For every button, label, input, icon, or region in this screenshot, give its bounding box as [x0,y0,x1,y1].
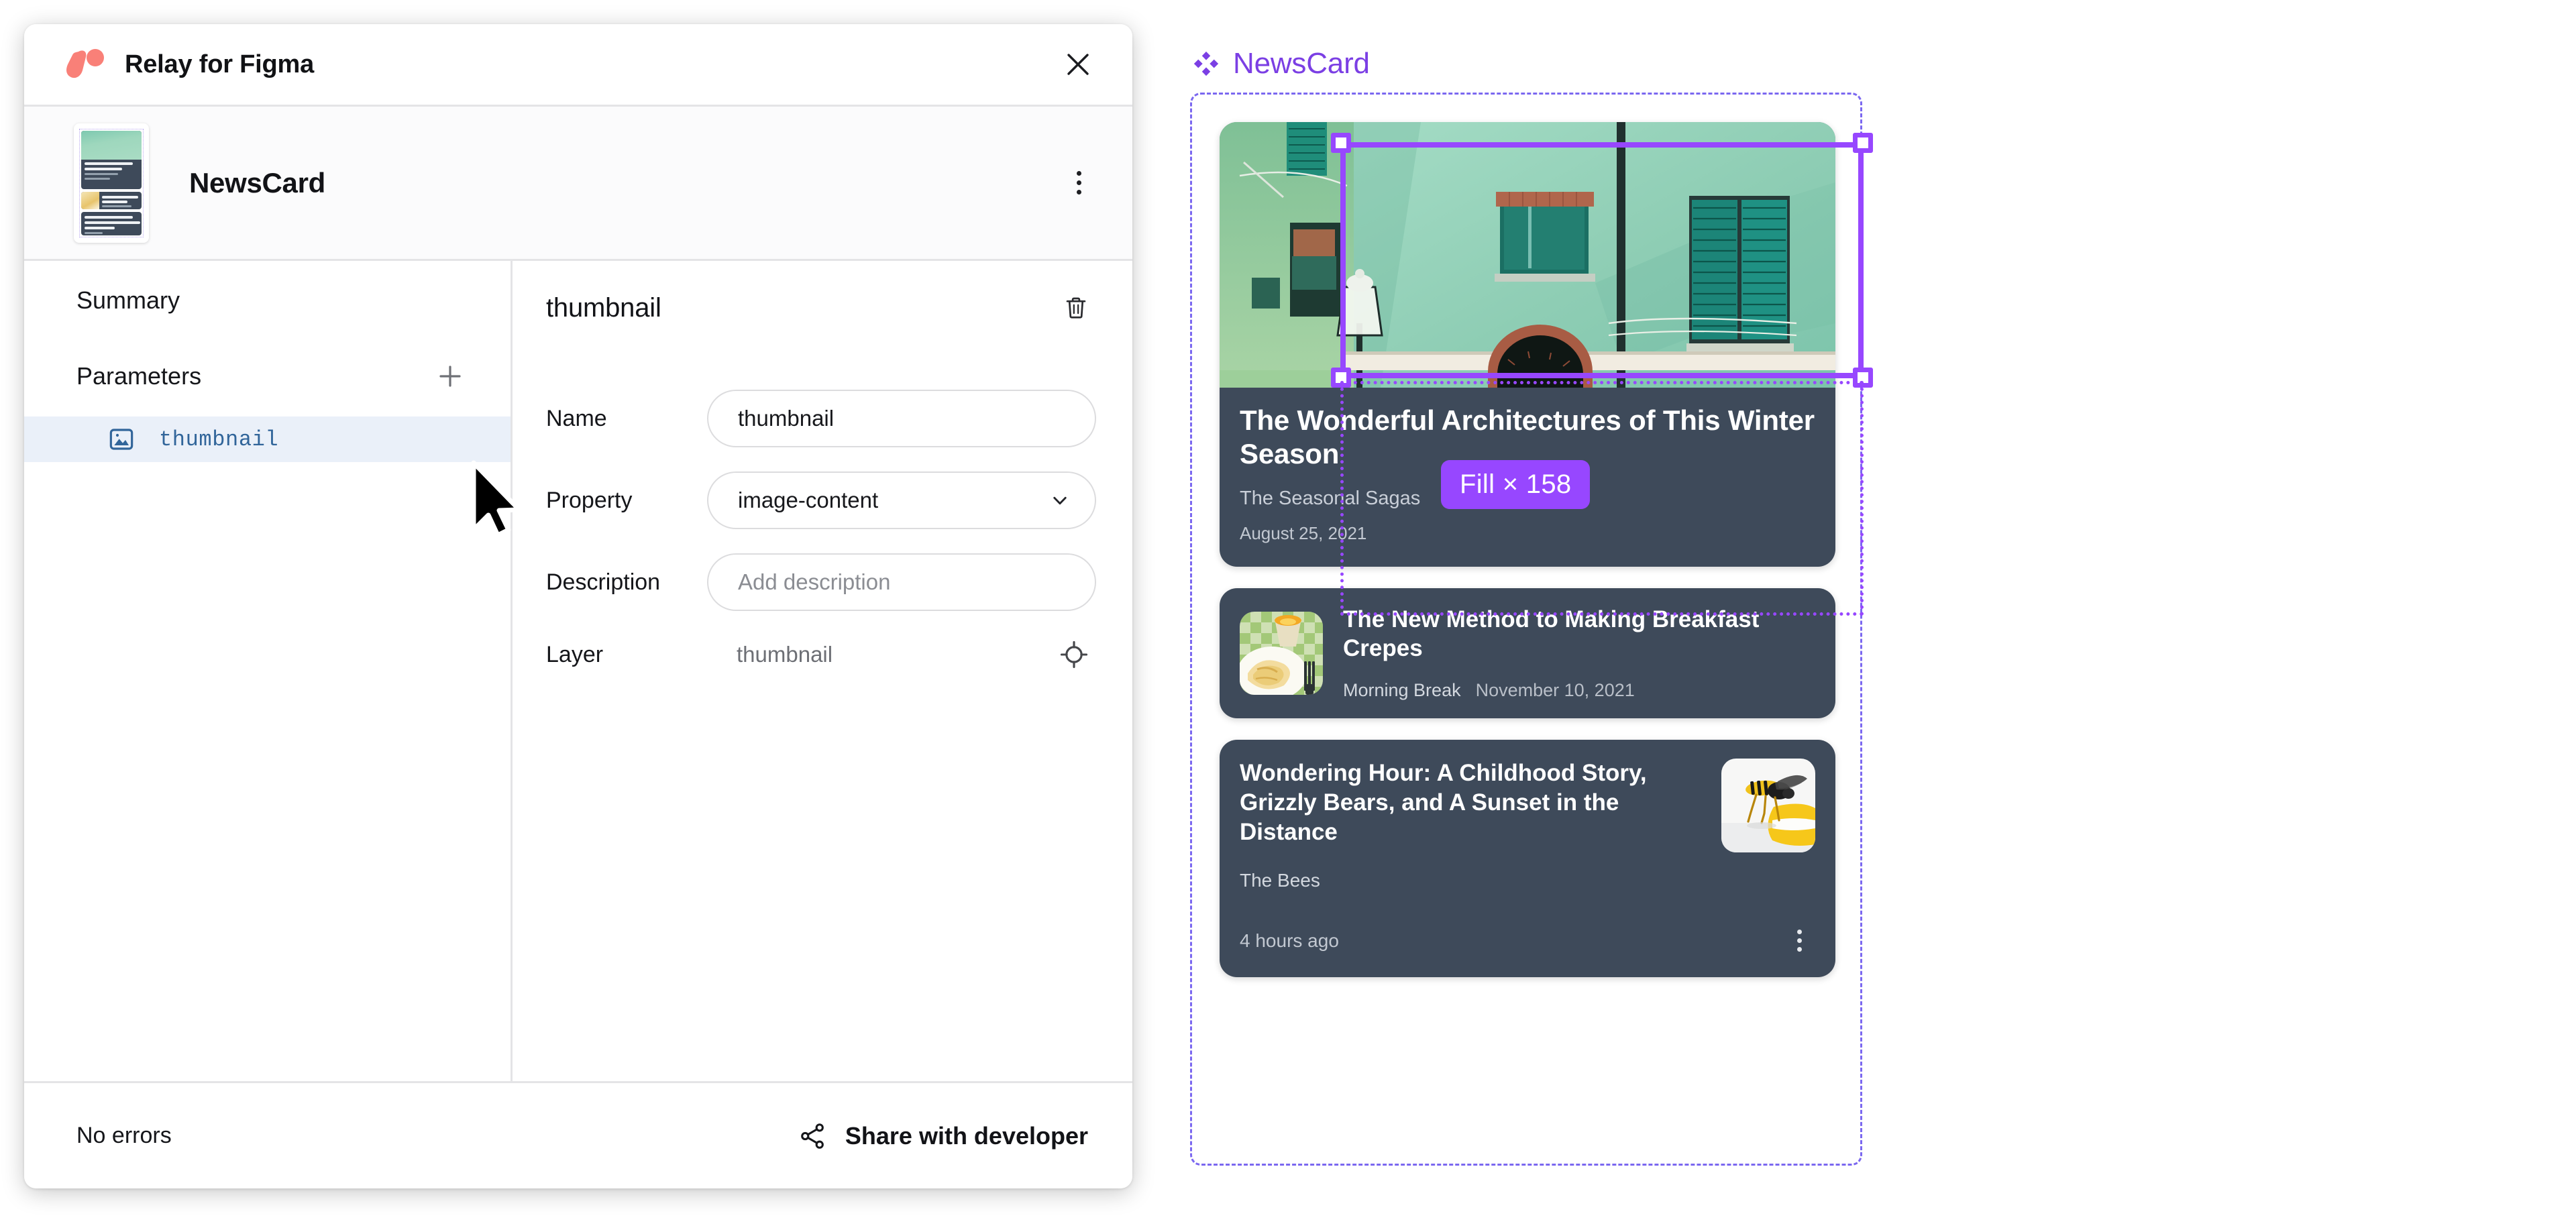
card-date: August 25, 2021 [1240,523,1367,544]
parameters-sidebar: Summary Parameters thumbnail [24,261,513,1081]
card-date: 4 hours ago [1240,930,1339,951]
description-label: Description [546,569,661,595]
layer-label: Layer [546,641,604,667]
card-thumbnail-bees [1721,759,1815,853]
news-card-bees[interactable]: Wondering Hour: A Childhood Story, Grizz… [1220,740,1835,977]
figma-canvas: NewsCard The Wonderful Architectures of … [1181,0,2576,1226]
share-with-developer-button[interactable]: Share with developer [794,1114,1091,1158]
property-selected-value: image-content [738,488,879,512]
parameter-detail-pane: thumbnail Name Property [513,261,1132,1081]
share-with-developer-label: Share with developer [845,1121,1088,1150]
frame-label-text: NewsCard [1233,47,1370,80]
component-header: NewsCard [24,105,1132,259]
description-input[interactable] [707,553,1096,611]
card-source: Morning Break [1343,680,1461,701]
news-card-crepes[interactable]: The New Method to Making Breakfast Crepe… [1220,588,1835,719]
share-nodes-icon [801,1123,824,1149]
card-source: The Bees [1240,869,1320,891]
name-input[interactable] [707,390,1096,447]
card-date: November 10, 2021 [1475,680,1635,701]
component-thumbnail-preview [74,123,149,243]
name-field-row: Name [546,390,1096,447]
detail-title: thumbnail [546,292,661,323]
close-icon[interactable] [1057,44,1099,85]
target-crosshair-icon[interactable] [1055,635,1093,674]
card-body: The New Method to Making Breakfast Crepe… [1343,606,1815,701]
error-status: No errors [76,1123,172,1148]
plugin-title: Relay for Figma [125,50,315,78]
name-label: Name [546,405,607,431]
parameter-label: thumbnail [159,427,279,452]
property-select[interactable]: image-content [707,471,1096,529]
figma-component-diamond-icon [1193,51,1219,76]
component-name: NewsCard [189,166,326,199]
layer-value: thumbnail [737,642,833,667]
chevron-down-icon [1053,496,1067,505]
panel-body: Summary Parameters thumbnail thumbnail N… [24,259,1132,1081]
parameters-section-header: Parameters [24,356,511,396]
card-title: The New Method to Making Breakfast Crepe… [1343,606,1760,661]
detail-header: thumbnail [546,288,1096,328]
parameters-heading: Parameters [76,362,202,390]
panel-footer: No errors Share with developer [24,1081,1132,1188]
layer-field-row: Layer thumbnail [546,635,1096,674]
parameter-list: thumbnail [24,416,511,462]
parameter-list-item-thumbnail[interactable]: thumbnail [24,416,511,462]
frame-label[interactable]: NewsCard [1191,47,1370,80]
news-card-list: The Wonderful Architectures of This Wint… [1220,122,1835,977]
vertical-dots-icon[interactable] [1060,162,1097,204]
hero-image [1220,122,1835,388]
card-meta: Morning Break November 10, 2021 [1343,680,1815,701]
property-field-row: Property image-content [546,471,1096,529]
plugin-titlebar: Relay for Figma [24,24,1132,105]
fill-size-badge: Fill × 158 [1441,460,1591,509]
vertical-dots-icon[interactable] [1783,922,1815,960]
card-thumbnail-crepes [1240,612,1323,695]
trash-icon[interactable] [1056,288,1096,328]
plus-icon[interactable] [430,356,470,396]
image-icon [109,429,133,450]
description-field-row: Description [546,553,1096,611]
property-label: Property [546,487,633,513]
relay-logo-icon [66,49,104,78]
card-title: Wondering Hour: A Childhood Story, Grizz… [1240,760,1647,845]
summary-heading[interactable]: Summary [24,286,511,315]
relay-plugin-panel: Relay for Figma NewsCard Summary Paramet… [24,24,1132,1188]
